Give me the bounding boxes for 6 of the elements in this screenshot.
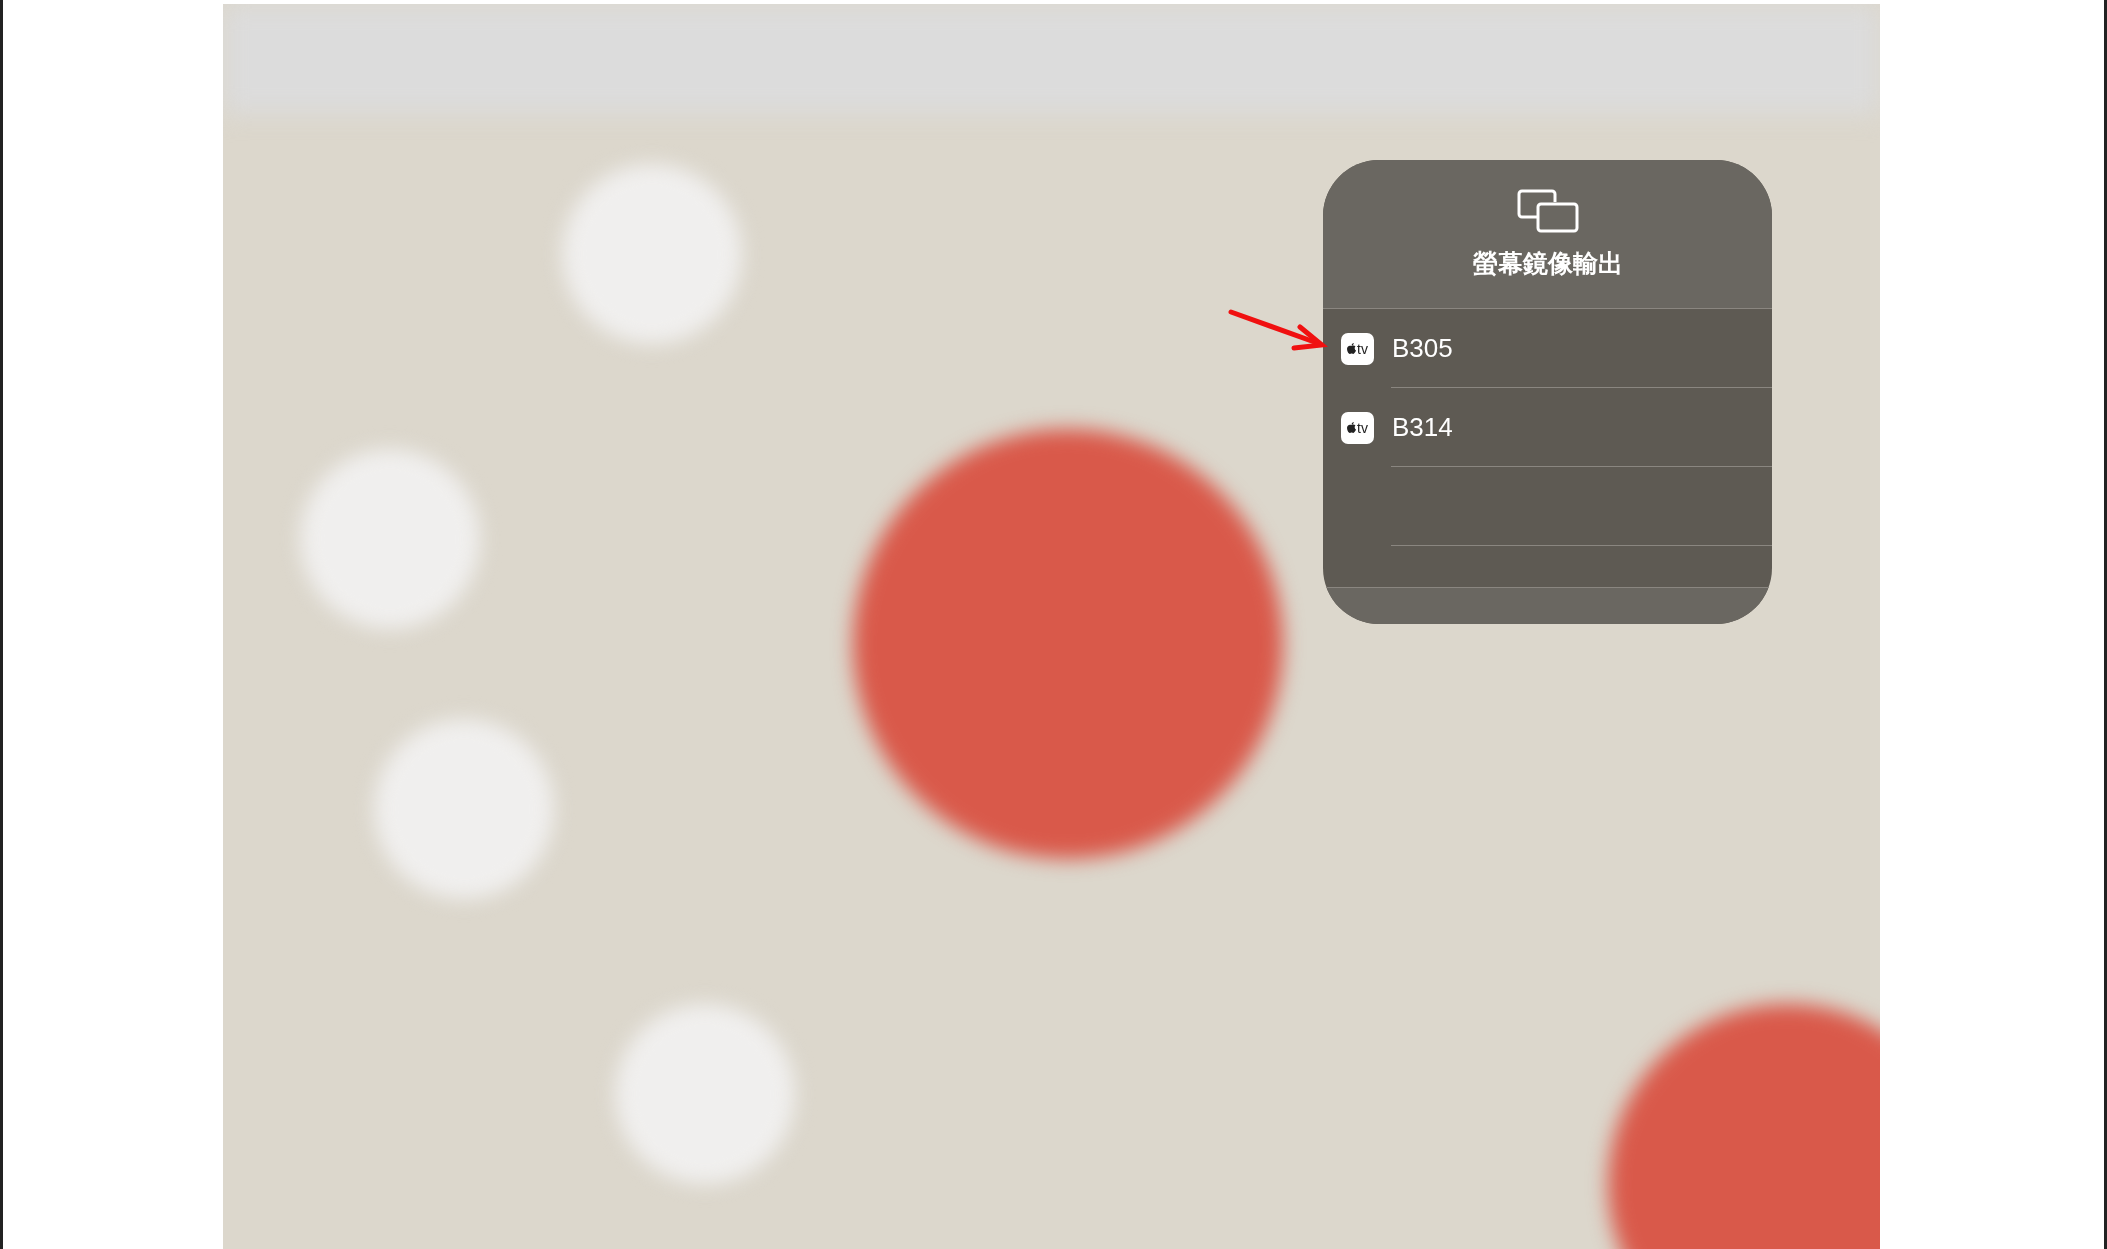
device-item[interactable]: tv B305: [1323, 309, 1772, 388]
screen-mirroring-icon: [1516, 188, 1579, 233]
apple-tv-icon: tv: [1341, 332, 1374, 365]
apple-tv-icon: tv: [1341, 411, 1374, 444]
device-item[interactable]: tv B314: [1323, 388, 1772, 467]
panel-title: 螢幕鏡像輸出: [1472, 247, 1623, 279]
